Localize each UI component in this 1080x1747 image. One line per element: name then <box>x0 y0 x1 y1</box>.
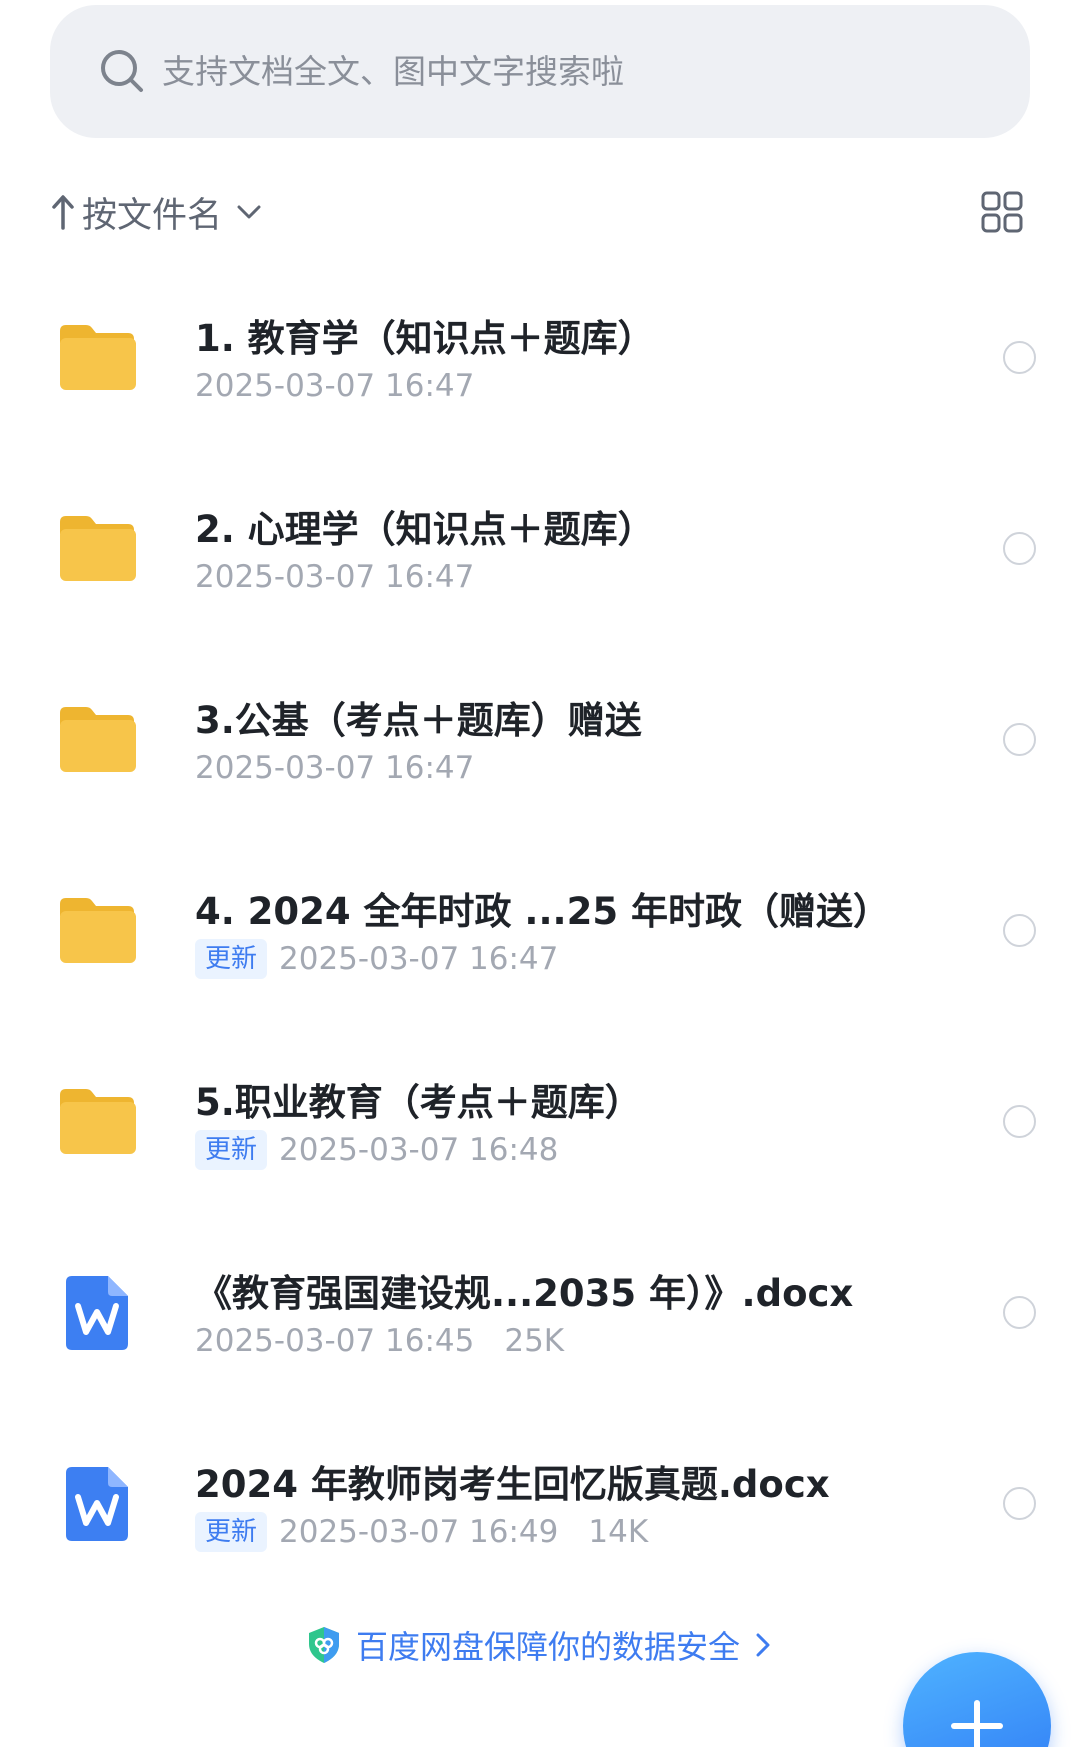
file-list-screen: 按文件名 1. 教育学（知识点＋题库） 2025-03-07 16:47 <box>0 0 1080 1747</box>
chevron-right-icon <box>756 1633 770 1657</box>
file-name: 4. 2024 全年时政 ...25 年时政（赠送） <box>195 890 890 933</box>
updated-badge: 更新 <box>195 939 268 979</box>
file-name: 5.职业教育（考点＋题库） <box>195 1081 642 1124</box>
file-row-4[interactable]: 4. 2024 全年时政 ...25 年时政（赠送） 更新 2025-03-07… <box>0 835 1080 1026</box>
search-input[interactable] <box>162 52 922 91</box>
file-name: 2. 心理学（知识点＋题库） <box>195 508 655 551</box>
folder-icon <box>60 898 136 963</box>
file-row-7[interactable]: 2024 年教师岗考生回忆版真题.docx 更新 2025-03-07 16:4… <box>0 1408 1080 1599</box>
file-date: 2025-03-07 16:47 <box>195 559 475 595</box>
folder-icon <box>60 516 136 581</box>
folder-icon <box>60 1089 136 1154</box>
sort-label: 按文件名 <box>82 195 223 236</box>
file-meta: 更新 2025-03-07 16:48 <box>195 1130 558 1170</box>
word-doc-icon <box>66 1276 128 1350</box>
select-checkbox[interactable] <box>1003 532 1036 565</box>
file-date: 2025-03-07 16:47 <box>195 368 475 404</box>
file-meta: 2025-03-07 16:47 <box>195 748 474 788</box>
folder-icon <box>60 707 136 772</box>
file-meta: 2025-03-07 16:45 25K <box>195 1321 564 1361</box>
select-checkbox[interactable] <box>1003 1296 1036 1329</box>
select-checkbox[interactable] <box>1003 723 1036 756</box>
search-bar[interactable] <box>50 5 1030 138</box>
file-row-2[interactable]: 2. 心理学（知识点＋题库） 2025-03-07 16:47 <box>0 453 1080 644</box>
file-row-1[interactable]: 1. 教育学（知识点＋题库） 2025-03-07 16:47 <box>0 262 1080 453</box>
data-security-link[interactable]: 百度网盘保障你的数据安全 <box>306 1622 774 1668</box>
select-checkbox[interactable] <box>1003 1487 1036 1520</box>
folder-icon <box>60 325 136 390</box>
file-date: 2025-03-07 16:47 <box>279 941 559 977</box>
file-row-5[interactable]: 5.职业教育（考点＋题库） 更新 2025-03-07 16:48 <box>0 1026 1080 1217</box>
file-date: 2025-03-07 16:47 <box>195 750 475 786</box>
file-name: 3.公基（考点＋题库）赠送 <box>195 699 642 742</box>
select-checkbox[interactable] <box>1003 914 1036 947</box>
plus-icon <box>951 1700 1003 1747</box>
file-size: 14K <box>588 1514 649 1550</box>
sort-ascending-arrow-icon <box>52 195 74 230</box>
sort-bar: 按文件名 <box>50 182 1030 242</box>
search-icon <box>101 49 143 92</box>
file-name: 2024 年教师岗考生回忆版真题.docx <box>195 1463 830 1506</box>
file-date: 2025-03-07 16:49 <box>279 1514 559 1550</box>
file-row-3[interactable]: 3.公基（考点＋题库）赠送 2025-03-07 16:47 <box>0 644 1080 835</box>
file-meta: 更新 2025-03-07 16:47 <box>195 939 558 979</box>
file-list: 1. 教育学（知识点＋题库） 2025-03-07 16:47 2. 心理学（知… <box>0 262 1080 1599</box>
file-meta: 2025-03-07 16:47 <box>195 557 474 597</box>
updated-badge: 更新 <box>195 1130 268 1170</box>
file-size: 25K <box>504 1323 565 1359</box>
sort-by-name-button[interactable]: 按文件名 <box>50 187 264 238</box>
file-date: 2025-03-07 16:45 <box>195 1323 475 1359</box>
grid-view-icon[interactable] <box>980 190 1024 234</box>
file-name: 1. 教育学（知识点＋题库） <box>195 317 655 360</box>
footer-text: 百度网盘保障你的数据安全 <box>355 1628 740 1666</box>
file-date: 2025-03-07 16:48 <box>279 1132 559 1168</box>
file-name: 《教育强国建设规...2035 年）》.docx <box>195 1272 854 1315</box>
updated-badge: 更新 <box>195 1512 268 1552</box>
select-checkbox[interactable] <box>1003 1105 1036 1138</box>
chevron-down-icon <box>237 205 261 219</box>
file-meta: 更新 2025-03-07 16:49 14K <box>195 1512 648 1552</box>
select-checkbox[interactable] <box>1003 341 1036 374</box>
word-doc-icon <box>66 1467 128 1541</box>
shield-icon <box>308 1627 339 1663</box>
file-meta: 2025-03-07 16:47 <box>195 366 474 406</box>
security-footer: 百度网盘保障你的数据安全 <box>0 1610 1080 1680</box>
file-row-6[interactable]: 《教育强国建设规...2035 年）》.docx 2025-03-07 16:4… <box>0 1217 1080 1408</box>
